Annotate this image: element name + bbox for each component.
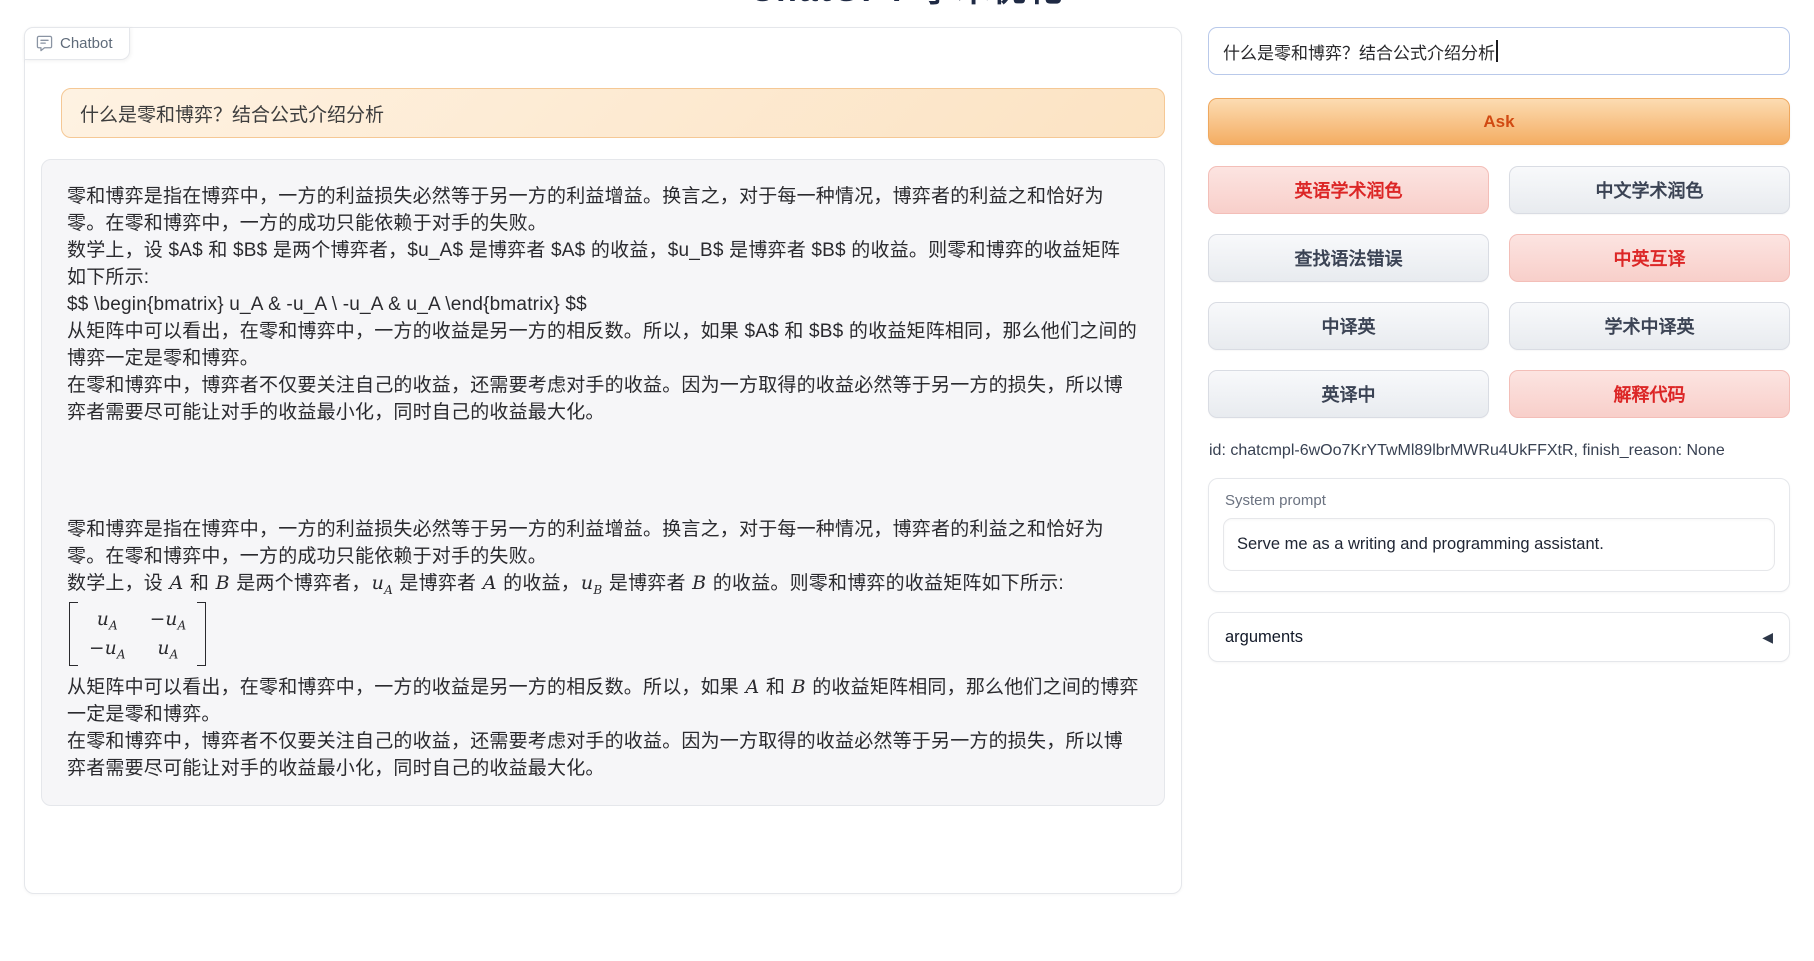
bot-paragraph-with-math: 从矩阵中可以看出，在零和博弈中，一方的收益是另一方的相反数。所以，如果 A 和 … [67, 674, 1139, 728]
bot-paragraph: 零和博弈是指在博弈中，一方的利益损失必然等于另一方的利益增益。换言之，对于每一种… [67, 183, 1139, 237]
matrix: uA−uA−uAuA [69, 602, 206, 666]
bot-message-bubble: 零和博弈是指在博弈中，一方的利益损失必然等于另一方的利益增益。换言之，对于每一种… [41, 159, 1165, 806]
app-root: ChatGPT 学术优化 Chatbot 什么是零和博弈？结合公式介绍分析 零和… [0, 0, 1814, 961]
quick-button-find-grammar-errors[interactable]: 查找语法错误 [1208, 234, 1489, 282]
arguments-label: arguments [1225, 628, 1303, 647]
matrix-right-bracket [197, 602, 206, 666]
bot-paragraph: 在零和博弈中，博弈者不仅要关注自己的收益，还需要考虑对手的收益。因为一方取得的收… [67, 372, 1139, 426]
quick-button-explain-code[interactable]: 解释代码 [1509, 370, 1790, 418]
page-title-clipped: ChatGPT 学术优化 [0, 0, 1814, 9]
arguments-accordion-header[interactable]: arguments ◀ [1208, 612, 1790, 662]
matrix-cell: −uA [89, 635, 126, 662]
chatbot-panel: Chatbot 什么是零和博弈？结合公式介绍分析 零和博弈是指在博弈中，一方的利… [24, 27, 1182, 894]
quick-button-en-to-zh[interactable]: 英译中 [1208, 370, 1489, 418]
question-input[interactable]: 什么是零和博弈？结合公式介绍分析 [1208, 27, 1790, 75]
chatbot-label: Chatbot [60, 35, 113, 52]
bot-paragraph-with-math: 数学上，设 A 和 B 是两个博弈者，uA 是博弈者 A 的收益，uB 是博弈者… [67, 570, 1139, 597]
bot-matrix-formula: uA−uA−uAuA [67, 597, 1139, 674]
system-prompt-label: System prompt [1225, 492, 1789, 509]
blank-lines-gap [67, 426, 1139, 516]
text-cursor [1496, 40, 1498, 62]
quick-button-zh-to-en[interactable]: 中译英 [1208, 302, 1489, 350]
system-prompt-value: Serve me as a writing and programming as… [1237, 535, 1604, 554]
quick-button-english-polish[interactable]: 英语学术润色 [1208, 166, 1489, 214]
bot-paragraph: 零和博弈是指在博弈中，一方的利益损失必然等于另一方的利益增益。换言之，对于每一种… [67, 516, 1139, 570]
bot-paragraph: 从矩阵中可以看出，在零和博弈中，一方的收益是另一方的相反数。所以，如果 $A$ … [67, 318, 1139, 372]
quick-button-zh-en-mutual-translate[interactable]: 中英互译 [1509, 234, 1790, 282]
system-prompt-input[interactable]: Serve me as a writing and programming as… [1223, 518, 1775, 571]
chatbot-label-chip: Chatbot [24, 27, 130, 60]
matrix-left-bracket [69, 602, 78, 666]
bot-latex-source-line: $$ \begin{bmatrix} u_A & -u_A \ -u_A & u… [67, 291, 1139, 318]
user-message-text: 什么是零和博弈？结合公式介绍分析 [80, 100, 384, 127]
bot-paragraph: 数学上，设 $A$ 和 $B$ 是两个博弈者，$u_A$ 是博弈者 $A$ 的收… [67, 237, 1139, 291]
response-status-line: id: chatcmpl-6wOo7KrYTwMl89lbrMWRu4UkFFX… [1209, 442, 1725, 460]
bot-paragraph: 在零和博弈中，博弈者不仅要关注自己的收益，还需要考虑对手的收益。因为一方取得的收… [67, 728, 1139, 782]
chat-bubble-icon [36, 35, 53, 52]
system-prompt-group: System prompt Serve me as a writing and … [1208, 478, 1790, 592]
chat-messages[interactable]: 什么是零和博弈？结合公式介绍分析 零和博弈是指在博弈中，一方的利益损失必然等于另… [41, 88, 1165, 806]
quick-button-chinese-polish[interactable]: 中文学术润色 [1509, 166, 1790, 214]
question-input-value: 什么是零和博弈？结合公式介绍分析 [1223, 39, 1495, 64]
quick-button-academic-zh-to-en[interactable]: 学术中译英 [1509, 302, 1790, 350]
page-title: ChatGPT 学术优化 [750, 0, 1065, 9]
matrix-cell: uA [89, 606, 126, 633]
ask-button[interactable]: Ask [1208, 98, 1790, 145]
matrix-cell: −uA [150, 606, 187, 633]
collapse-arrow-icon: ◀ [1762, 629, 1773, 646]
matrix-grid: uA−uA−uAuA [85, 602, 190, 666]
matrix-cell: uA [150, 635, 187, 662]
user-message-bubble: 什么是零和博弈？结合公式介绍分析 [61, 88, 1165, 138]
